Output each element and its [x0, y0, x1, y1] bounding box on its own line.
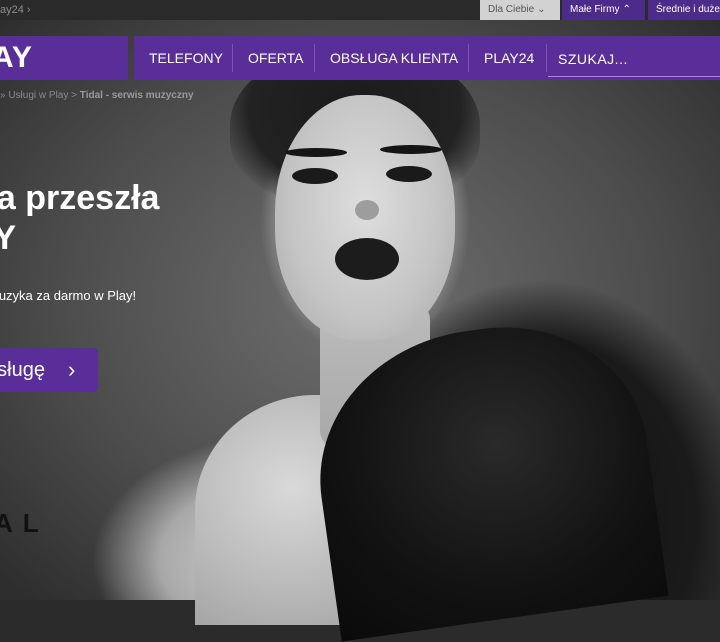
photo-brow-left: [285, 148, 347, 157]
chevron-up-icon: ⌃: [622, 4, 631, 15]
photo-lips: [335, 238, 399, 280]
segment-label: Małe Firmy: [570, 4, 620, 15]
headline-line-2: AY: [0, 219, 17, 257]
breadcrumb: » Usługi w Play > Tidal - serwis muzyczn…: [0, 90, 194, 101]
subtitle-text: muzyka za darmo w Play!: [0, 288, 137, 303]
main-navigation: AY TELEFONY OFERTA OBSŁUGA KLIENTA PLAY2…: [0, 36, 720, 80]
nav-item-play24[interactable]: PLAY24: [484, 36, 534, 80]
segment-label: Średnie i duże: [656, 4, 720, 15]
nav-item-oferta[interactable]: OFERTA: [248, 36, 304, 80]
segment-male-firmy[interactable]: Małe Firmy ⌃: [562, 0, 645, 20]
tidal-logo-text: AL: [0, 508, 49, 538]
photo-eye-right: [386, 166, 432, 182]
breadcrumb-link[interactable]: » Usługi w Play >: [0, 90, 77, 101]
nav-divider: [546, 44, 547, 72]
activate-service-button[interactable]: usługę ›: [0, 348, 98, 392]
breadcrumb-current: Tidal - serwis muzyczny: [79, 90, 194, 101]
search-input[interactable]: SZUKAJ...: [548, 42, 720, 77]
segment-label: Dla Ciebie: [488, 4, 535, 15]
nav-divider: [468, 44, 469, 72]
chevron-right-icon: ›: [68, 357, 76, 382]
top-crumb-link[interactable]: ay24 ›: [0, 4, 31, 16]
search-placeholder: SZUKAJ...: [558, 51, 628, 67]
photo-nose: [355, 200, 379, 220]
cta-label: usługę: [0, 359, 45, 381]
nav-divider: [232, 44, 233, 72]
segment-srednie[interactable]: Średnie i duże: [648, 0, 720, 20]
photo-brow-right: [380, 145, 442, 154]
logo-text: AY: [0, 41, 33, 74]
top-utility-bar: ay24 › Dla Ciebie ⌄ Małe Firmy ⌃ Średnie i…: [0, 0, 720, 20]
photo-eye-left: [292, 168, 338, 184]
nav-item-telefony[interactable]: TELEFONY: [149, 36, 223, 80]
segment-dla-ciebie[interactable]: Dla Ciebie ⌄: [480, 0, 560, 20]
nav-bar: TELEFONY OFERTA OBSŁUGA KLIENTA PLAY24 S…: [134, 36, 720, 80]
chevron-down-icon: ⌄: [537, 4, 546, 15]
nav-divider: [314, 44, 315, 72]
headline-line-1: ka przeszła: [0, 179, 160, 217]
nav-item-obsluga-klienta[interactable]: OBSŁUGA KLIENTA: [330, 36, 458, 80]
play-logo[interactable]: AY: [0, 36, 128, 80]
